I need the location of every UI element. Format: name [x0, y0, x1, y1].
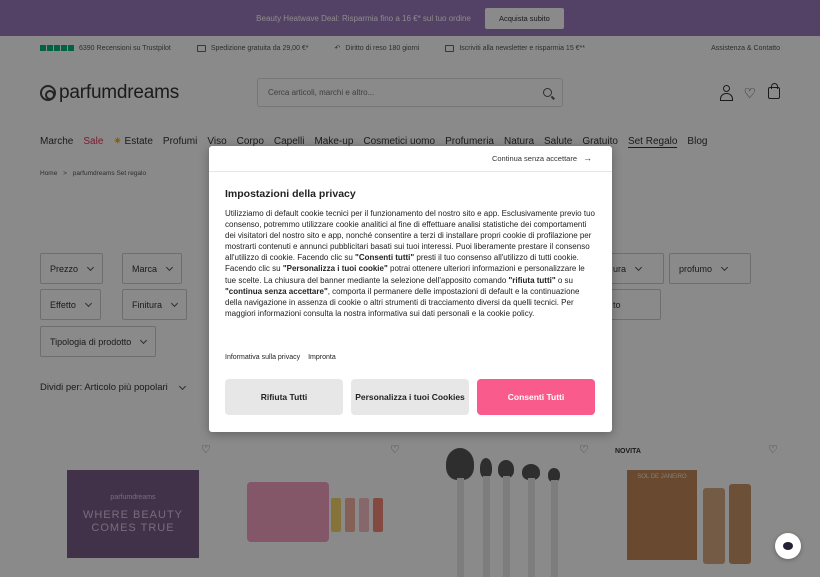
privacy-policy-link[interactable]: Informativa sulla privacy — [225, 354, 300, 361]
customize-cookies-button[interactable]: Personalizza i tuoi Cookies — [351, 379, 469, 415]
reject-all-button[interactable]: Rifiuta Tutti — [225, 379, 343, 415]
accept-all-button[interactable]: Consenti Tutti — [477, 379, 595, 415]
modal-buttons: Rifiuta Tutti Personalizza i tuoi Cookie… — [225, 379, 595, 415]
chat-icon — [783, 542, 793, 550]
continue-label: Continua senza accettare — [491, 154, 577, 163]
modal-body-text: Utilizziamo di default cookie tecnici pe… — [225, 209, 595, 318]
chat-widget[interactable] — [775, 533, 801, 559]
arrow-right-icon: → — [583, 153, 592, 163]
modal-title: Impostazioni della privacy — [225, 188, 356, 200]
imprint-link[interactable]: Impronta — [308, 354, 336, 361]
modal-links: Informativa sulla privacy Impronta — [225, 354, 336, 361]
privacy-modal: Continua senza accettare → Impostazioni … — [209, 146, 612, 432]
continue-without-accepting[interactable]: Continua senza accettare → — [209, 146, 612, 172]
